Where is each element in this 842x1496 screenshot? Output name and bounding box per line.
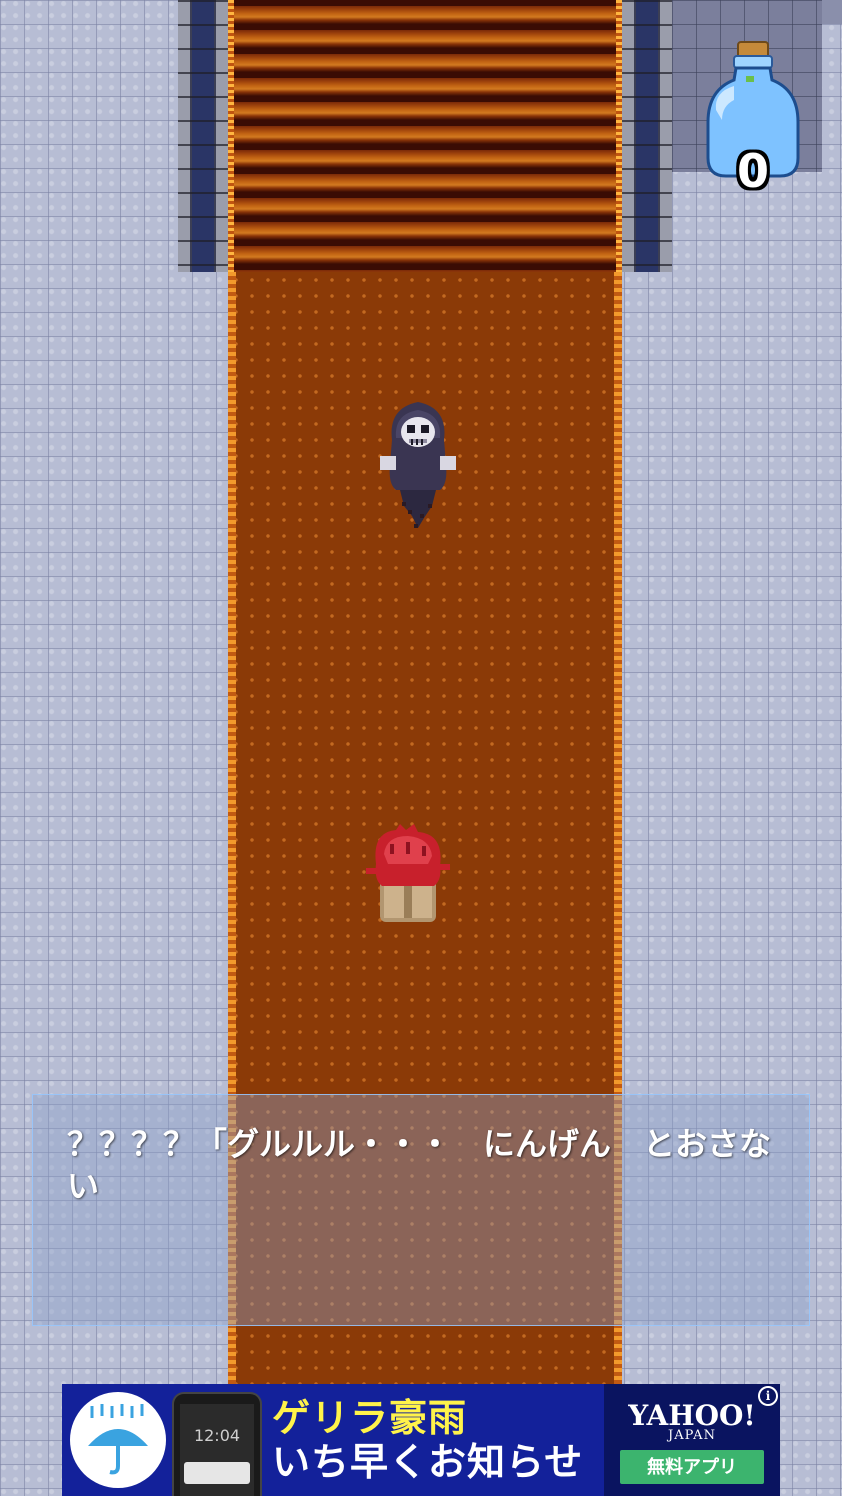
- ad-headline: ゲリラ豪雨 いち早くお知らせ: [272, 1396, 602, 1484]
- staircase: [228, 0, 622, 272]
- dialogue-text: ？？？？「グルルル・・・ にんげん とおさない: [67, 1125, 772, 1205]
- stair-railing-left: [178, 0, 228, 272]
- ad-brand-logo: YAHOO!: [628, 1399, 756, 1432]
- dark-floor-tile: [822, 0, 842, 24]
- ad-install-button[interactable]: 無料アプリ: [620, 1450, 764, 1484]
- info-icon[interactable]: i: [758, 1386, 778, 1406]
- reaper-enemy-sprite: [378, 394, 458, 542]
- hero-player-sprite: [366, 824, 450, 928]
- stair-railing-right: [622, 0, 672, 272]
- ad-banner[interactable]: 12:04 ゲリラ豪雨 いち早くお知らせ YAHOO! JAPAN 無料アプリ …: [62, 1384, 780, 1496]
- ad-phone-notification: [184, 1462, 250, 1484]
- ad-headline-line-2: いち早くお知らせ: [272, 1440, 584, 1484]
- potion-count-value: 0: [736, 144, 769, 198]
- ad-headline-line-1: ゲリラ豪雨: [272, 1396, 468, 1440]
- ad-brand-panel: YAHOO! JAPAN 無料アプリ i: [604, 1384, 780, 1496]
- game-map[interactable]: 0 ？？？？「グルルル・・・ にんげん とおさない: [0, 0, 842, 1496]
- ad-phone-time: 12:04: [193, 1426, 241, 1445]
- ad-brand-sub: JAPAN: [668, 1428, 716, 1443]
- ad-app-logo: [70, 1392, 166, 1488]
- staircase-edge-left: [228, 0, 234, 272]
- potion-counter[interactable]: 0: [700, 40, 806, 194]
- dialogue-box[interactable]: ？？？？「グルルル・・・ にんげん とおさない: [32, 1094, 810, 1326]
- ad-phone-image: 12:04: [172, 1392, 262, 1496]
- umbrella-rain-icon: [88, 1404, 148, 1475]
- ad-phone-screen: 12:04: [180, 1404, 254, 1496]
